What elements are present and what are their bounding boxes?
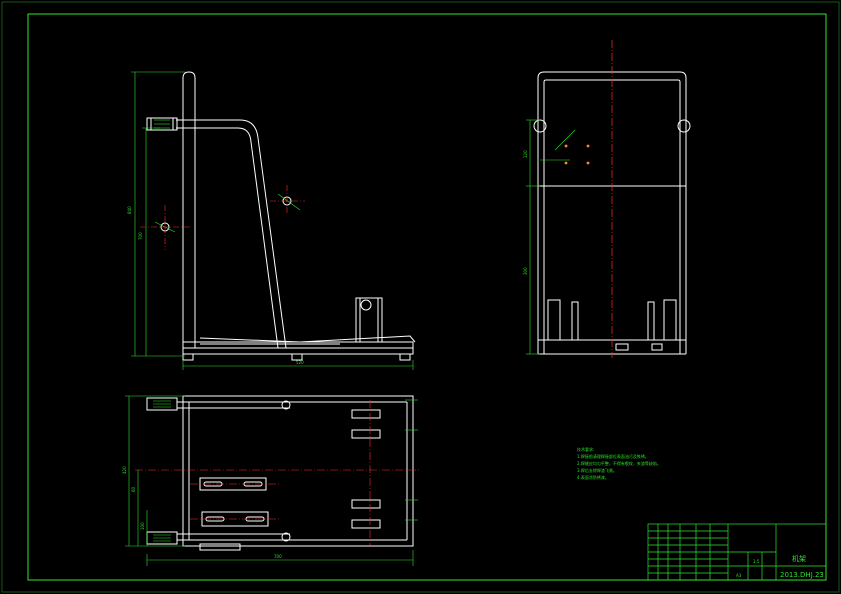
dim-plan-offset-1: 60	[131, 486, 136, 492]
side-dimensions	[526, 119, 576, 355]
title-drawing-name: 机架	[792, 554, 806, 563]
plan-grip-hatch	[153, 400, 171, 542]
tech-note-1: 1.焊接前清理焊接部位表面油污及铁锈。	[577, 453, 649, 459]
pivot-circle-3	[360, 299, 372, 311]
title-drawing-number: 2013.DHJ.23	[780, 571, 824, 579]
tech-note-4: 4.表面涂防锈漆。	[577, 474, 609, 480]
plan-view	[146, 395, 414, 551]
dim-plan-depth: 420	[122, 466, 127, 474]
dim-side-upper: 120	[523, 150, 528, 158]
dim-plan-offset-2: 100	[140, 522, 145, 530]
tech-notes: 技术要求: 1.焊接前清理焊接部位表面油污及铁锈。 2.焊缝应均匀平整，不得有裂…	[577, 446, 661, 480]
grip-hatch	[154, 119, 170, 129]
side-holes	[564, 144, 590, 165]
front-centerlines	[140, 185, 305, 250]
title-scale: 1:5	[753, 559, 760, 564]
dim-front-height: 840	[127, 206, 132, 214]
front-view	[146, 71, 416, 361]
front-dimensions	[131, 71, 414, 370]
dim-front-sub-height: 700	[138, 232, 143, 240]
dim-plan-width: 700	[274, 554, 282, 559]
dim-side-lower: 300	[523, 267, 528, 275]
outer-frame	[1, 1, 840, 593]
tech-note-2: 2.焊缝应均匀平整，不得有裂纹、夹渣等缺陷。	[577, 460, 661, 466]
plan-centerlines	[135, 400, 420, 545]
tech-notes-heading: 技术要求:	[577, 446, 594, 452]
inner-frame	[27, 13, 827, 581]
dim-front-bottom-width: 520	[296, 360, 304, 365]
cad-drawing-canvas: 840 700 520 120 300 420 60 100 700 技术要求:…	[1, 1, 840, 593]
tech-note-3: 3.焊后去除焊渣飞溅。	[577, 467, 617, 473]
title-material: A3	[736, 573, 742, 578]
